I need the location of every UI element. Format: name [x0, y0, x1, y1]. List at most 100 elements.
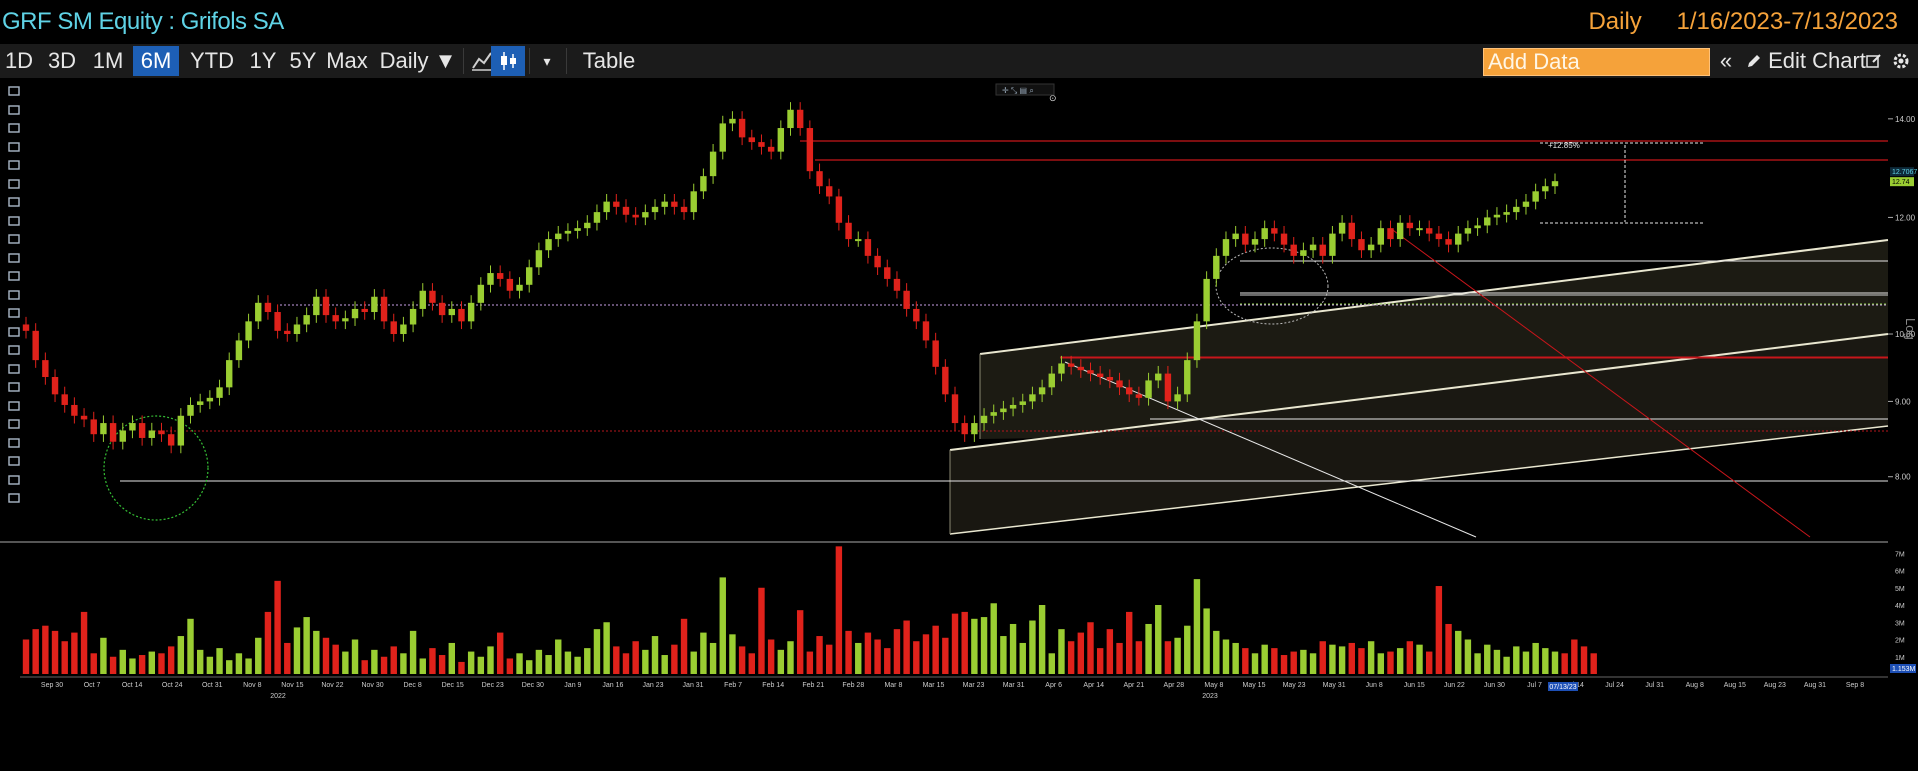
table-button[interactable]: Table	[572, 46, 646, 76]
candle	[1222, 239, 1230, 256]
dropdown-arrow-icon[interactable]: ▾	[533, 46, 561, 76]
candle	[1319, 244, 1326, 256]
volume-bar	[738, 646, 746, 674]
frequency-dropdown[interactable]: Daily ▼	[377, 46, 459, 76]
candle	[458, 308, 465, 322]
date-range-label[interactable]: 1/16/2023-7/13/2023	[1676, 8, 1898, 35]
volume-bar	[1532, 642, 1539, 674]
collapse-left-icon[interactable]: «	[1714, 46, 1738, 76]
volume-bar	[864, 632, 872, 674]
volume-bar	[671, 644, 678, 674]
candle	[1484, 217, 1491, 226]
candle	[400, 324, 407, 335]
volume-bar	[1271, 648, 1278, 674]
candle	[1435, 233, 1443, 240]
candle	[100, 423, 107, 435]
volume-bar	[1484, 644, 1491, 674]
volume-bar	[932, 625, 939, 674]
volume-bar	[119, 649, 126, 674]
mini-toolbar-icon[interactable]: ✛ ⤡ ▤ ⌕	[1002, 86, 1034, 95]
date-tick-label: Jul 7	[1527, 682, 1542, 689]
drawing-layer: +12.85%	[103, 140, 1889, 538]
volume-bar	[448, 642, 455, 674]
price-chart[interactable]: +12.85% 14.0012.0010.009.008.0012.706712…	[0, 78, 1918, 771]
range-max-button[interactable]: Max	[325, 46, 369, 76]
candle	[148, 430, 156, 438]
candle	[119, 430, 126, 442]
date-tick-label: Jun 30	[1484, 682, 1505, 689]
candle	[274, 312, 281, 331]
range-6m-button[interactable]: 6M	[133, 46, 179, 76]
candle	[380, 296, 388, 322]
last-volume-label: 1.153M	[1892, 666, 1916, 673]
date-tick-label: Feb 21	[802, 682, 824, 689]
range-ytd-button[interactable]: YTD	[183, 46, 241, 76]
volume-bar	[632, 641, 639, 674]
volume-bar	[187, 618, 194, 674]
date-tick-label: Aug 8	[1686, 682, 1704, 689]
candle	[196, 401, 204, 405]
add-data-input[interactable]	[1484, 49, 1709, 75]
range-5y-button[interactable]: 5Y	[285, 46, 321, 76]
candle	[90, 419, 97, 435]
volume-bar	[729, 634, 736, 674]
date-tick-label: Jun 22	[1444, 682, 1465, 689]
volume-bar	[700, 632, 707, 674]
volume-bar	[90, 653, 97, 674]
candle	[874, 255, 881, 268]
volume-bar	[255, 637, 262, 674]
date-tick-label: Aug 31	[1804, 682, 1826, 689]
volume-bar	[980, 617, 988, 674]
candle	[1464, 228, 1472, 234]
candle	[322, 296, 330, 316]
candle	[845, 222, 852, 240]
candle	[903, 290, 910, 309]
candle	[777, 128, 785, 152]
date-tick-label: Jul 31	[1645, 682, 1664, 689]
candle	[1503, 212, 1510, 215]
volume-bar	[922, 634, 930, 674]
date-tick-label: Sep 8	[1846, 682, 1864, 689]
candle	[390, 321, 397, 335]
volume-bar	[313, 630, 320, 674]
volume-series	[22, 546, 1597, 674]
candle	[206, 397, 214, 402]
candle	[603, 201, 610, 213]
edit-icon[interactable]	[1862, 46, 1886, 76]
candle	[748, 137, 755, 143]
candle	[1058, 363, 1065, 374]
candlestick-icon[interactable]	[491, 46, 525, 76]
volume-bar	[1416, 644, 1423, 674]
candle	[1455, 233, 1462, 245]
volume-bar	[1251, 653, 1259, 674]
candle	[342, 318, 349, 322]
range-1y-button[interactable]: 1Y	[245, 46, 281, 76]
date-tick-label: May 15	[1243, 682, 1266, 689]
title-bar: GRF SM Equity : Grifols SA Daily 1/16/20…	[0, 0, 1918, 44]
edit-chart-button[interactable]: Edit Chart	[1767, 46, 1867, 76]
candle	[1145, 380, 1152, 398]
candle	[61, 394, 68, 405]
security-title: GRF SM Equity : Grifols SA	[2, 8, 284, 35]
candle	[1425, 228, 1433, 234]
volume-tick-label: 6M	[1895, 569, 1905, 576]
volume-bar	[303, 617, 310, 674]
candle	[632, 214, 639, 218]
date-tick-label: Feb 7	[724, 682, 742, 689]
volume-bar	[1038, 605, 1046, 674]
candle	[1367, 244, 1375, 251]
candle	[1416, 228, 1423, 231]
date-tick-label: Mar 15	[923, 682, 945, 689]
log-scale-label[interactable]: Log	[1903, 318, 1918, 340]
candle	[1396, 222, 1404, 240]
range-3d-button[interactable]: 3D	[42, 46, 82, 76]
volume-bar	[148, 651, 156, 674]
candle	[1203, 278, 1210, 322]
volume-bar	[748, 653, 755, 674]
range-1m-button[interactable]: 1M	[86, 46, 130, 76]
volume-bar	[855, 642, 862, 674]
gear-icon[interactable]	[1888, 46, 1914, 76]
volume-bar	[506, 658, 514, 674]
range-1d-button[interactable]: 1D	[0, 46, 38, 76]
volume-bar	[1455, 630, 1462, 674]
